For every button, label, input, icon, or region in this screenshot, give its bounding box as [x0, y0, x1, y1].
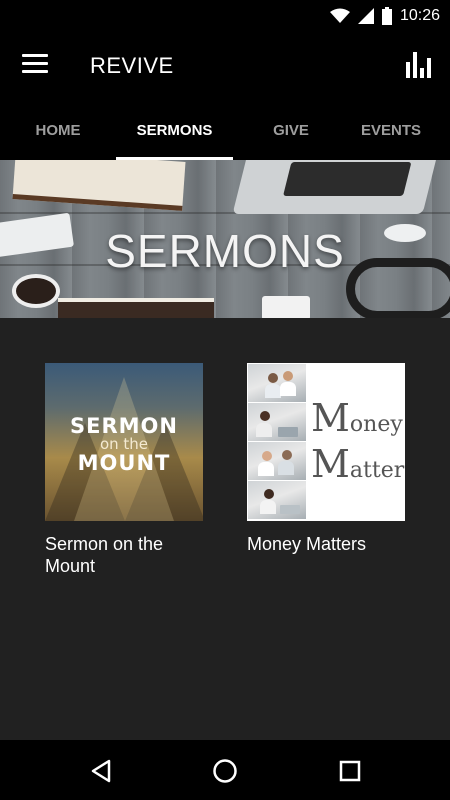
sermon-series-grid: SERMON on the MOUNT Sermon on the Mount …: [0, 318, 450, 740]
tab-give[interactable]: GIVE: [233, 100, 349, 160]
tab-sermons[interactable]: SERMONS: [116, 100, 233, 160]
series-title: Sermon on the Mount: [45, 534, 164, 576]
series-title: Money Matters: [247, 534, 367, 554]
back-triangle-icon[interactable]: [88, 758, 114, 784]
series-card-sermon-on-the-mount[interactable]: SERMON on the MOUNT Sermon on the Mount: [45, 363, 203, 577]
tab-events[interactable]: EVENTS: [349, 100, 433, 160]
status-time: 10:26: [399, 7, 440, 24]
signal-icon: [357, 8, 374, 24]
open-book-image: [12, 160, 186, 211]
series-thumbnail: SERMON on the MOUNT: [45, 363, 203, 521]
app-title: REVIVE: [90, 53, 174, 78]
tab-bar: HOME SERMONS GIVE EVENTS: [0, 100, 450, 160]
status-icons: 10:26: [329, 0, 440, 32]
phone-image: [262, 296, 310, 318]
recents-square-icon[interactable]: [337, 758, 363, 784]
hamburger-menu-icon[interactable]: [22, 54, 48, 74]
thumbnail-title: SERMON on the MOUNT: [70, 414, 178, 475]
tab-home[interactable]: HOME: [0, 100, 116, 160]
thumbnail-title: Money Matter$: [311, 396, 405, 486]
app-bar: REVIVE: [0, 32, 450, 100]
bar-chart-icon[interactable]: [406, 50, 432, 78]
series-card-money-matters[interactable]: Money Matter$ Money Matters: [247, 363, 405, 555]
status-bar: 10:26: [0, 0, 450, 32]
home-circle-icon[interactable]: [212, 758, 238, 784]
photo-strip: [247, 363, 307, 521]
bible-image: [58, 298, 214, 318]
sermons-banner: SERMONS: [0, 160, 450, 318]
laptop-image: [232, 160, 438, 214]
series-thumbnail: Money Matter$: [247, 363, 405, 521]
banner-title: SERMONS: [105, 225, 345, 277]
system-nav-bar: [0, 740, 450, 800]
coffee-cup-image: [12, 274, 60, 308]
battery-icon: [381, 7, 392, 25]
wifi-icon: [329, 8, 350, 23]
